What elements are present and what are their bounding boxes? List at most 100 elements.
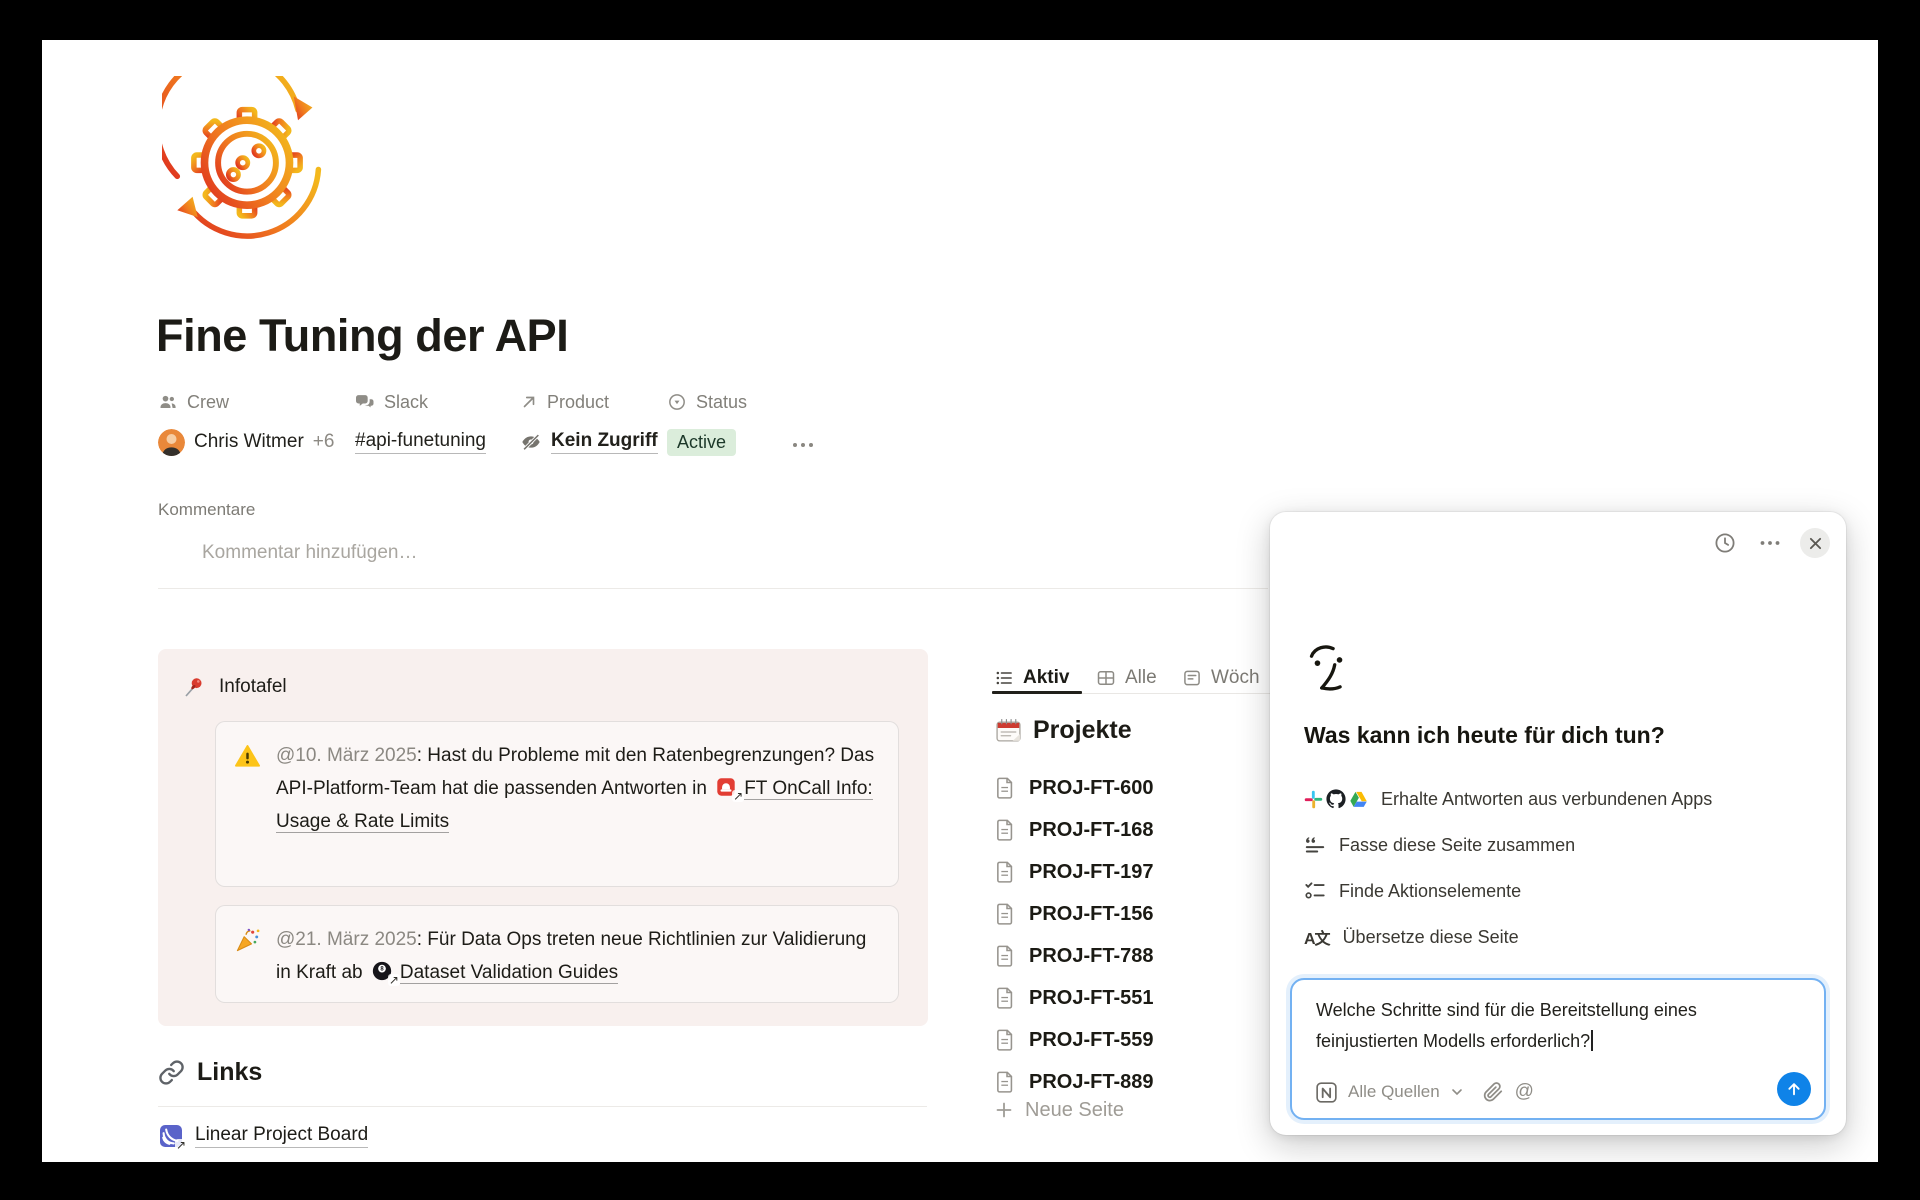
clock-icon xyxy=(1713,531,1737,555)
notion-page: Fine Tuning der API Crew Chris Witmer +6 xyxy=(42,40,1878,1162)
link-arrow-icon: ↗ xyxy=(175,1139,187,1151)
suggestion-connected-apps[interactable]: Erhalte Antworten aus verbundenen Apps xyxy=(1304,784,1712,814)
arrow-up-right-icon xyxy=(520,393,538,411)
list-view-icon xyxy=(994,668,1014,688)
ellipsis-icon xyxy=(792,442,814,448)
comment-input[interactable]: Kommentar hinzufügen… xyxy=(202,542,417,564)
close-icon xyxy=(1809,537,1822,550)
crew-property-label: Crew xyxy=(158,390,334,414)
project-item[interactable]: PROJ-FT-168 xyxy=(994,812,1153,848)
ellipsis-icon xyxy=(1760,540,1780,546)
project-item[interactable]: PROJ-FT-197 xyxy=(994,854,1153,890)
property-product: Product Kein Zugriff xyxy=(520,390,658,457)
page-title[interactable]: Fine Tuning der API xyxy=(156,310,568,362)
slack-channel-link[interactable]: #api-funetuning xyxy=(355,430,486,454)
warning-icon xyxy=(234,743,261,770)
panel-more-button[interactable] xyxy=(1755,528,1785,558)
google-drive-icon xyxy=(1349,790,1368,809)
checklist-icon xyxy=(1304,880,1326,902)
new-page-button[interactable]: Neue Seite xyxy=(994,1092,1124,1128)
project-item[interactable]: PROJ-FT-156 xyxy=(994,896,1153,932)
tab-alle[interactable]: Alle xyxy=(1096,664,1157,692)
link-chain-icon xyxy=(158,1059,185,1086)
text-cursor xyxy=(1591,1030,1593,1051)
project-item[interactable]: PROJ-FT-600 xyxy=(994,770,1153,806)
product-access-value[interactable]: Kein Zugriff xyxy=(551,430,658,454)
page-icon xyxy=(994,902,1016,926)
page-view-icon xyxy=(1182,668,1202,688)
notion-ai-panel: Was kann ich heute für dich tun? xyxy=(1270,512,1846,1135)
calendar-icon xyxy=(995,717,1022,744)
suggestion-action-items[interactable]: Finde Aktionselemente xyxy=(1304,876,1521,906)
property-slack: Slack #api-funetuning xyxy=(355,390,486,457)
chat-history-button[interactable] xyxy=(1710,528,1740,558)
page-icon xyxy=(994,818,1016,842)
linear-board-link[interactable]: Linear Project Board xyxy=(195,1124,368,1148)
projects-heading: Projekte xyxy=(1033,716,1132,745)
attach-file-icon[interactable] xyxy=(1482,1081,1504,1103)
ai-greeting: Was kann ich heute für dich tun? xyxy=(1304,722,1665,749)
crew-value[interactable]: Chris Witmer +6 xyxy=(158,427,334,457)
links-divider xyxy=(158,1106,927,1107)
page-logo-gear-icon[interactable] xyxy=(162,76,332,246)
page-icon xyxy=(994,1070,1016,1094)
more-properties-button[interactable] xyxy=(786,434,820,456)
table-view-icon xyxy=(1096,668,1116,688)
summarize-icon xyxy=(1304,834,1326,856)
pushpin-icon xyxy=(182,675,206,699)
crew-person-name: Chris Witmer xyxy=(194,431,304,453)
linear-board-link-row[interactable]: ↗ Linear Project Board xyxy=(160,1124,368,1148)
active-tab-underline xyxy=(992,691,1082,694)
siren-page-icon: ↗ xyxy=(715,776,739,798)
ai-input-value: Welche Schritte sind für die Bereitstell… xyxy=(1316,1000,1697,1051)
chevron-down-icon[interactable] xyxy=(1451,1087,1463,1097)
page-icon xyxy=(994,1028,1016,1052)
party-popper-icon xyxy=(234,927,261,954)
project-item[interactable]: PROJ-FT-551 xyxy=(994,980,1153,1016)
page-icon xyxy=(994,860,1016,884)
product-property-label: Product xyxy=(520,390,658,414)
page-icon xyxy=(994,776,1016,800)
send-button[interactable] xyxy=(1777,1072,1811,1106)
sources-selector[interactable]: Alle Quellen xyxy=(1348,1082,1440,1102)
infotafel-callout: Infotafel @10. März 2025: Hast du Proble… xyxy=(158,649,928,1026)
tab-aktiv[interactable]: Aktiv xyxy=(994,664,1069,692)
comments-divider xyxy=(158,588,1268,589)
notice-block: @21. März 2025: Für Data Ops treten neue… xyxy=(215,905,899,1003)
project-item[interactable]: PROJ-FT-788 xyxy=(994,938,1153,974)
tab-woechentlich[interactable]: Wöch xyxy=(1182,664,1260,692)
linear-icon: ↗ xyxy=(160,1125,182,1147)
link-arrow-icon: ↗ xyxy=(388,974,400,986)
page-icon xyxy=(994,944,1016,968)
property-status: Status Active xyxy=(667,390,747,457)
github-icon xyxy=(1326,789,1346,809)
chat-bubbles-icon xyxy=(355,392,375,412)
plus-icon xyxy=(994,1100,1014,1120)
status-dropdown-icon xyxy=(667,392,687,412)
comments-heading: Kommentare xyxy=(158,500,255,520)
suggestion-summarize[interactable]: Fasse diese Seite zusammen xyxy=(1304,830,1575,860)
status-property-label: Status xyxy=(667,390,747,414)
avatar xyxy=(158,429,185,456)
close-panel-button[interactable] xyxy=(1800,528,1830,558)
arrow-up-icon xyxy=(1785,1080,1803,1098)
status-badge[interactable]: Active xyxy=(667,429,736,456)
notion-ai-face-icon xyxy=(1304,640,1360,696)
slack-property-label: Slack xyxy=(355,390,486,414)
link-arrow-icon: ↗ xyxy=(732,790,744,802)
notion-logo-icon xyxy=(1316,1082,1337,1103)
desktop-background: Fine Tuning der API Crew Chris Witmer +6 xyxy=(0,0,1920,1200)
mention-icon[interactable]: @ xyxy=(1515,1081,1534,1103)
people-icon xyxy=(158,392,178,412)
eye-off-icon xyxy=(520,431,542,453)
project-item[interactable]: PROJ-FT-559 xyxy=(994,1022,1153,1058)
ai-chat-input[interactable]: Welche Schritte sind für die Bereitstell… xyxy=(1290,978,1826,1120)
translate-icon: A文 xyxy=(1304,925,1330,949)
property-crew: Crew Chris Witmer +6 xyxy=(158,390,334,457)
notice-date: @10. März 2025 xyxy=(276,745,417,766)
suggestion-translate[interactable]: A文 Übersetze diese Seite xyxy=(1304,922,1519,952)
dataset-guides-link[interactable]: Dataset Validation Guides xyxy=(400,962,618,984)
callout-title: Infotafel xyxy=(219,676,287,698)
eight-ball-page-icon: 8 ↗ xyxy=(371,960,395,982)
notice-date: @21. März 2025 xyxy=(276,929,417,950)
